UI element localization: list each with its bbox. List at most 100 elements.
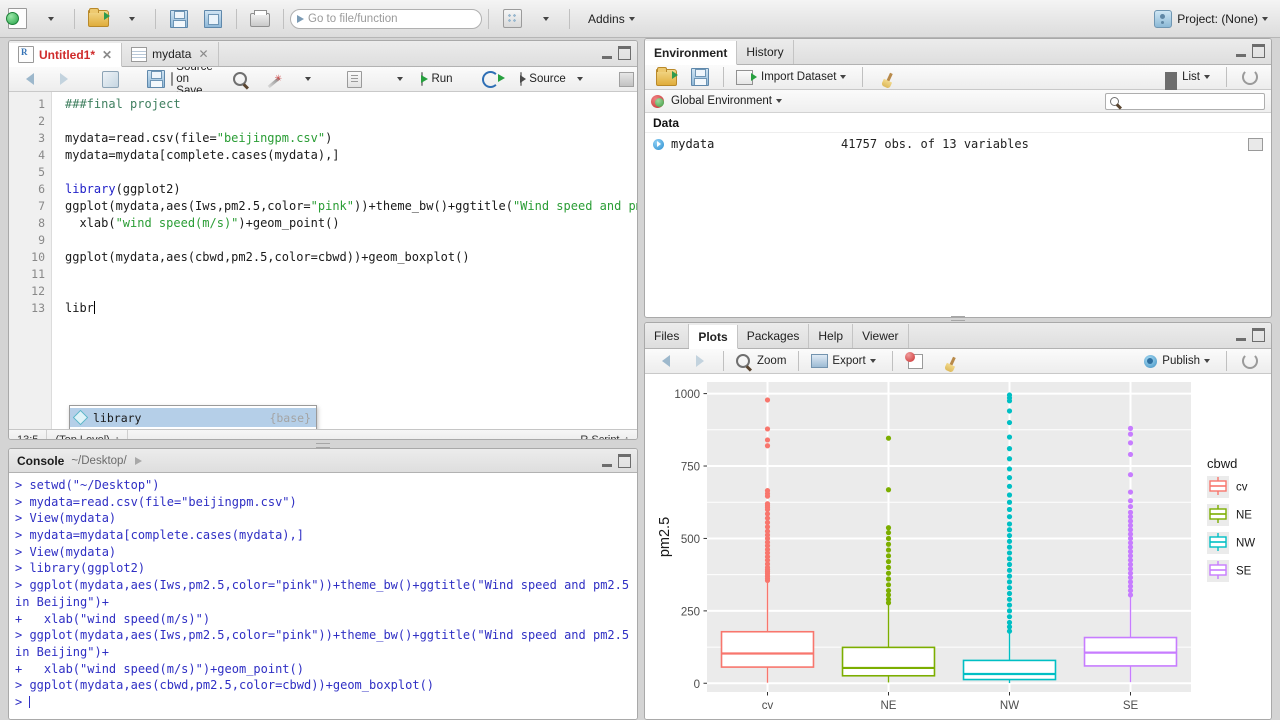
horizontal-splitter[interactable]: [8, 441, 638, 448]
rerun-button[interactable]: [470, 65, 510, 93]
previous-plot-button[interactable]: [650, 347, 682, 375]
code-line[interactable]: xlab("wind speed(m/s)")+geom_point(): [51, 215, 637, 232]
clear-all-plots-button[interactable]: [934, 347, 966, 375]
export-plot-button[interactable]: Export: [806, 347, 884, 375]
code-line[interactable]: mydata=mydata[complete.cases(mydata),]: [51, 147, 637, 164]
code-line[interactable]: [51, 232, 637, 249]
code-line[interactable]: ggplot(mydata,aes(cbwd,pm2.5,color=cbwd)…: [51, 249, 637, 266]
tab-files[interactable]: Files: [645, 324, 690, 348]
load-workspace-button[interactable]: [650, 63, 682, 91]
close-icon[interactable]: ✕: [198, 47, 208, 61]
environment-scope-label[interactable]: Global Environment: [671, 95, 772, 107]
magic-wand-icon: [267, 76, 281, 88]
autocomplete-popup[interactable]: library{base}library.dynam{base}library.…: [69, 405, 317, 429]
find-replace-button[interactable]: [224, 65, 256, 93]
open-file-dropdown[interactable]: [116, 5, 148, 33]
minimize-icon[interactable]: [1236, 53, 1246, 57]
outlier-point: [1006, 556, 1013, 562]
code-line[interactable]: [51, 283, 637, 300]
code-line[interactable]: [51, 266, 637, 283]
file-type-selector[interactable]: R Script ↕: [572, 434, 637, 440]
forward-button[interactable]: [48, 65, 80, 93]
source-tab-untitled1[interactable]: Untitled1* ✕: [9, 43, 123, 67]
clear-workspace-button[interactable]: [870, 63, 902, 91]
code-editor[interactable]: 1 2 3 4 5 6 7 8 9 10 11 12 13 ###final project mydat…: [9, 92, 637, 429]
open-in-new-window-icon[interactable]: [134, 456, 142, 465]
tab-environment[interactable]: Environment: [645, 41, 738, 65]
minimize-icon[interactable]: [602, 463, 612, 467]
chevron-down-icon: [48, 16, 54, 21]
refresh-environment-button[interactable]: [1234, 63, 1266, 91]
workspace-panes-button[interactable]: [496, 5, 528, 33]
addins-button[interactable]: Addins: [577, 5, 646, 33]
code-line[interactable]: library(ggplot2): [51, 181, 637, 198]
environment-search-input[interactable]: [1105, 92, 1265, 110]
outlier-point: [1006, 521, 1013, 527]
scope-selector[interactable]: (Top Level) ↕: [47, 430, 129, 439]
line-number-gutter: 1 2 3 4 5 6 7 8 9 10 11 12 13: [9, 92, 52, 429]
code-line[interactable]: [51, 164, 637, 181]
close-icon[interactable]: ✕: [102, 48, 112, 62]
maximize-icon[interactable]: [618, 454, 631, 468]
save-workspace-button[interactable]: [684, 63, 716, 91]
autocomplete-item[interactable]: library.dynam{base}: [70, 427, 316, 429]
new-file-button[interactable]: [1, 5, 33, 33]
new-file-dropdown[interactable]: [35, 5, 67, 33]
outlier-point: [1006, 419, 1013, 426]
console-line: > ggplot(mydata,aes(cbwd,pm2.5,color=cbw…: [15, 678, 435, 693]
refresh-icon: [1242, 353, 1258, 369]
save-button[interactable]: [163, 5, 195, 33]
source-on-save-checkbox[interactable]: Source on Save: [171, 61, 213, 97]
code-line[interactable]: ggplot(mydata,aes(Iws,pm2.5,color="pink"…: [51, 198, 637, 215]
workspace-panes-dropdown[interactable]: [530, 5, 562, 33]
maximize-icon[interactable]: [1252, 328, 1265, 342]
tab-help[interactable]: Help: [809, 324, 854, 348]
tab-plots[interactable]: Plots: [689, 325, 738, 349]
tab-history[interactable]: History: [737, 40, 794, 64]
tab-viewer[interactable]: Viewer: [853, 324, 909, 348]
console-prompt[interactable]: >: [15, 694, 631, 711]
source-tab-mydata[interactable]: mydata ✕: [122, 42, 219, 66]
show-in-new-window-button[interactable]: [94, 65, 126, 93]
view-mode-button[interactable]: List: [1160, 63, 1219, 91]
code-line[interactable]: ###final project: [51, 96, 637, 113]
divider: [723, 67, 724, 87]
project-menu[interactable]: Project: (None): [1154, 9, 1280, 28]
minimize-icon[interactable]: [1236, 337, 1246, 341]
code-content[interactable]: ###final project mydata=read.csv(file="b…: [51, 92, 637, 429]
code-line[interactable]: [51, 113, 637, 130]
print-button[interactable]: [244, 5, 276, 33]
refresh-plot-button[interactable]: [1234, 347, 1266, 375]
run-button[interactable]: Run: [418, 65, 456, 93]
code-line[interactable]: libr: [51, 300, 637, 317]
vertical-splitter-right[interactable]: [644, 314, 1272, 321]
source-dropdown[interactable]: [564, 65, 596, 93]
console-line: > setwd("~/Desktop"): [15, 478, 160, 492]
show-outline-button[interactable]: [610, 65, 637, 93]
console-output[interactable]: > setwd("~/Desktop") > mydata=read.csv(fi…: [9, 473, 637, 719]
next-plot-button[interactable]: [684, 347, 716, 375]
view-data-icon[interactable]: [1248, 137, 1263, 151]
knit-dropdown[interactable]: [384, 65, 416, 93]
code-tools-dropdown[interactable]: [292, 65, 324, 93]
save-source-button[interactable]: [140, 65, 172, 93]
back-button[interactable]: [14, 65, 46, 93]
save-all-button[interactable]: [197, 5, 229, 33]
compile-report-button[interactable]: [338, 65, 370, 93]
open-file-button[interactable]: [82, 5, 114, 33]
expand-object-icon[interactable]: [653, 138, 664, 150]
remove-plot-button[interactable]: [900, 347, 932, 375]
goto-file-function-input[interactable]: Go to file/function: [290, 8, 482, 29]
zoom-plot-button[interactable]: Zoom: [731, 347, 791, 375]
publish-button[interactable]: Publish: [1139, 347, 1219, 375]
import-dataset-button[interactable]: Import Dataset: [731, 63, 855, 91]
code-line[interactable]: mydata=read.csv(file="beijingpm.csv"): [51, 130, 637, 147]
minimize-icon[interactable]: [602, 55, 612, 59]
maximize-icon[interactable]: [1252, 44, 1265, 58]
source-button[interactable]: Source: [520, 65, 566, 93]
tab-packages[interactable]: Packages: [738, 324, 810, 348]
maximize-icon[interactable]: [618, 46, 631, 60]
environment-row[interactable]: mydata 41757 obs. of 13 variables: [645, 132, 1271, 155]
autocomplete-item[interactable]: library {base}: [70, 408, 316, 427]
code-tools-button[interactable]: [258, 65, 290, 93]
